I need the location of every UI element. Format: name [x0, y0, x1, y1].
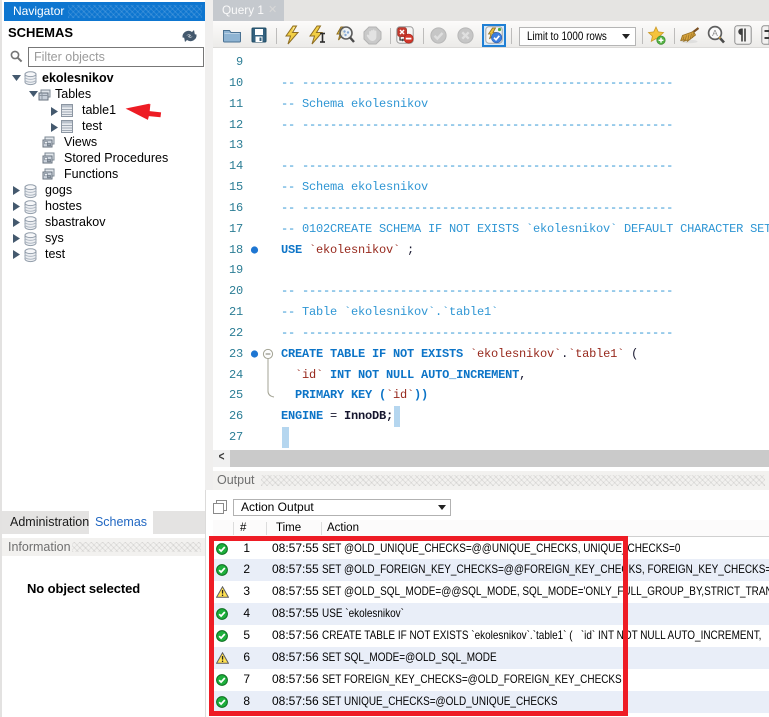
svg-text:A: A — [712, 28, 718, 38]
